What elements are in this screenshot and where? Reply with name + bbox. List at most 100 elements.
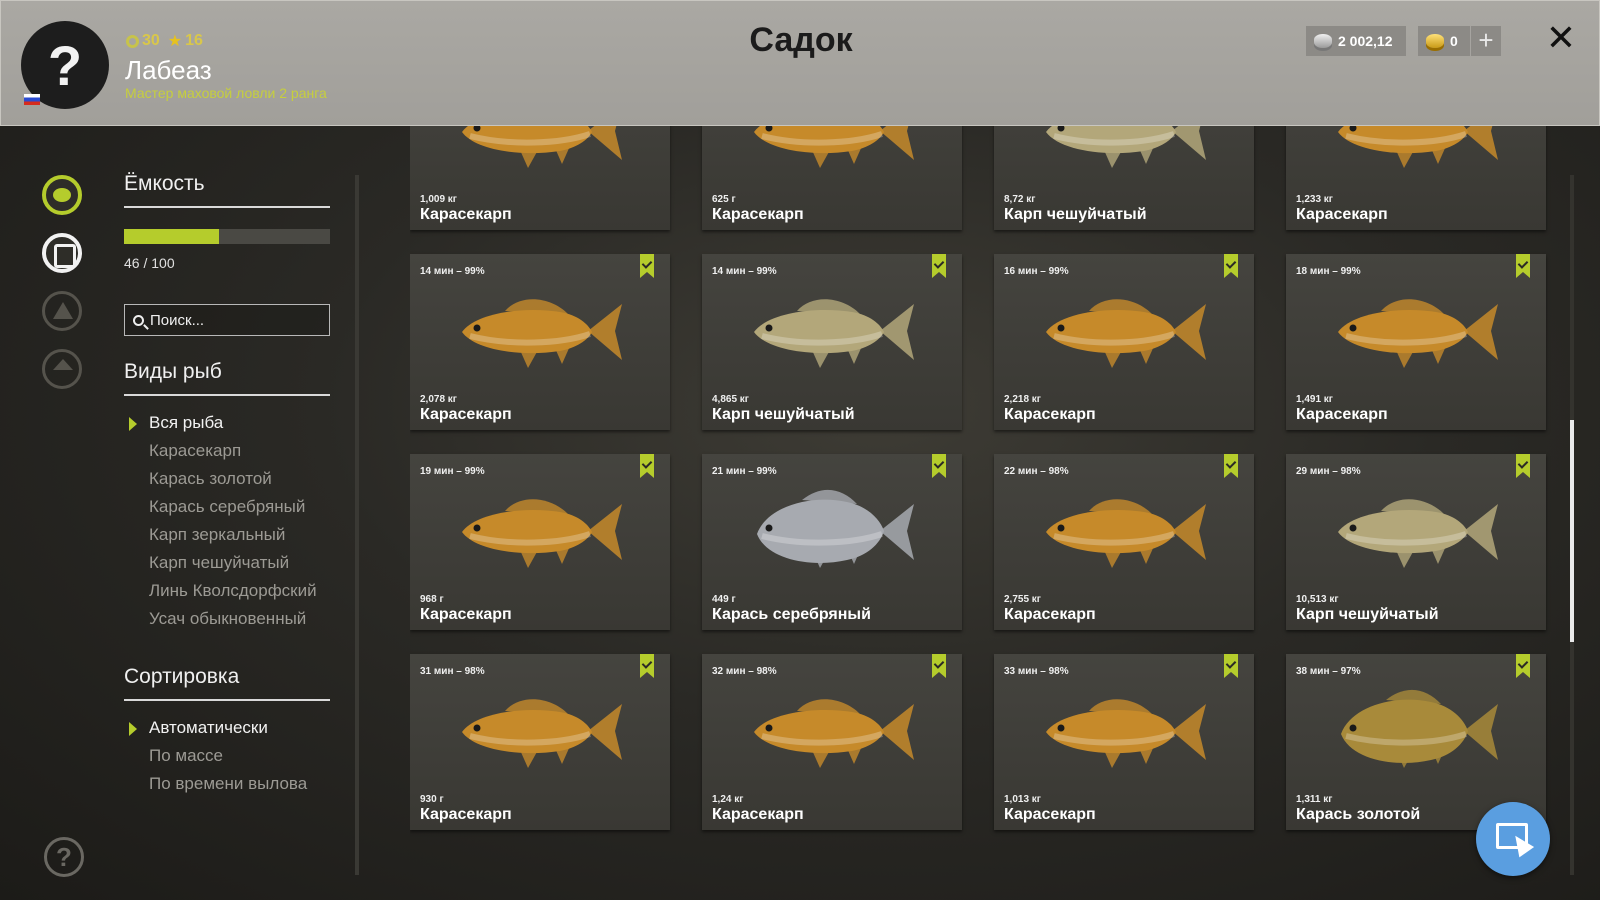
fish-card[interactable]: 32 мин – 98% 1,24 кг Карасекарп	[702, 654, 962, 830]
bookmark-icon[interactable]	[640, 254, 654, 278]
panel-divider	[355, 175, 359, 875]
fish-name: Карасекарп	[712, 806, 804, 823]
fish-name: Карасекарп	[420, 806, 512, 823]
fish-weight: 2,078 кг	[420, 394, 457, 405]
species-filter-item[interactable]: Карась золотой	[124, 469, 317, 497]
search-icon	[133, 314, 144, 326]
fish-image	[462, 499, 622, 568]
sort-option[interactable]: По массе	[124, 746, 307, 774]
species-filter-item[interactable]: Карп чешуйчатый	[124, 553, 317, 581]
fish-name: Карп чешуйчатый	[712, 406, 855, 423]
fish-image	[754, 126, 914, 168]
species-filter-item[interactable]: Вся рыба	[124, 413, 317, 441]
search-input[interactable]	[150, 311, 320, 329]
fish-card[interactable]: 21 мин – 99% 449 г Карась серебряный	[702, 454, 962, 630]
fish-weight: 1,491 кг	[1296, 394, 1333, 405]
bookmark-icon[interactable]	[932, 254, 946, 278]
bookmark-icon[interactable]	[1224, 454, 1238, 478]
fish-weight: 968 г	[420, 594, 444, 605]
sort-title: Сортировка	[124, 665, 330, 701]
fish-image	[754, 299, 914, 368]
fish-image	[462, 299, 622, 368]
fish-card[interactable]: 1,009 кг Карасекарп	[410, 126, 670, 230]
level-icon	[126, 34, 139, 48]
fish-weight: 625 г	[712, 194, 736, 205]
fish-image	[462, 126, 622, 168]
sort-option[interactable]: По времени вылова	[124, 774, 307, 802]
catch-time-quality: 18 мин – 99%	[1296, 266, 1361, 277]
star-icon: ★	[167, 33, 183, 50]
species-filter-item[interactable]: Карасекарп	[124, 441, 317, 469]
fish-name: Карасекарп	[1004, 606, 1096, 623]
catch-time-quality: 31 мин – 98%	[420, 666, 485, 677]
fish-weight: 10,513 кг	[1296, 594, 1339, 605]
capacity-text: 46 / 100	[124, 255, 175, 271]
bookmark-icon[interactable]	[1516, 654, 1530, 678]
catch-time-quality: 38 мин – 97%	[1296, 666, 1361, 677]
fish-weight: 2,755 кг	[1004, 594, 1041, 605]
species-filter-item[interactable]: Карп зеркальный	[124, 525, 317, 553]
gold-coins-icon	[1426, 34, 1444, 48]
stars-value: 16	[185, 32, 203, 49]
fish-weight: 1,013 кг	[1004, 794, 1041, 805]
fish-card[interactable]: 8,72 кг Карп чешуйчатый	[994, 126, 1254, 230]
fish-card[interactable]: 14 мин – 99% 4,865 кг Карп чешуйчатый	[702, 254, 962, 430]
fish-image	[462, 699, 622, 768]
fish-weight: 8,72 кг	[1004, 194, 1036, 205]
player-name: Лабеаз	[125, 55, 212, 85]
fish-card[interactable]: 625 г Карасекарп	[702, 126, 962, 230]
sort-option[interactable]: Автоматически	[124, 718, 307, 746]
level-value: 30	[142, 32, 160, 49]
fish-card[interactable]: 33 мин – 98% 1,013 кг Карасекарп	[994, 654, 1254, 830]
fish-card[interactable]: 1,233 кг Карасекарп	[1286, 126, 1546, 230]
fish-card[interactable]: 16 мин – 99% 2,218 кг Карасекарп	[994, 254, 1254, 430]
catch-time-quality: 14 мин – 99%	[712, 266, 777, 277]
fish-card[interactable]: 19 мин – 99% 968 г Карасекарп	[410, 454, 670, 630]
scrollbar-thumb[interactable]	[1570, 420, 1574, 642]
search-box[interactable]	[124, 304, 330, 336]
bookmark-icon[interactable]	[932, 654, 946, 678]
fish-card[interactable]: 31 мин – 98% 930 г Карасекарп	[410, 654, 670, 830]
bookmark-icon[interactable]	[1516, 454, 1530, 478]
fish-icon[interactable]	[42, 175, 82, 215]
catch-time-quality: 32 мин – 98%	[712, 666, 777, 677]
bookmark-icon[interactable]	[640, 454, 654, 478]
fish-image	[754, 699, 914, 768]
bookmark-icon[interactable]	[640, 654, 654, 678]
silver-value: 2 002,12	[1338, 33, 1393, 49]
fish-card[interactable]: 18 мин – 99% 1,491 кг Карасекарп	[1286, 254, 1546, 430]
fish-card[interactable]: 22 мин – 98% 2,755 кг Карасекарп	[994, 454, 1254, 630]
player-stats: 30 ★ 16	[126, 31, 203, 51]
fish-name: Карасекарп	[1296, 206, 1388, 223]
bookmark-icon[interactable]	[932, 454, 946, 478]
home-icon[interactable]	[42, 349, 82, 389]
fish-card[interactable]: 29 мин – 98% 10,513 кг Карп чешуйчатый	[1286, 454, 1546, 630]
bookmark-icon[interactable]	[1224, 654, 1238, 678]
fish-image	[1341, 689, 1498, 768]
fish-image	[757, 489, 914, 568]
fish-name: Карасекарп	[1004, 806, 1096, 823]
cursor-mode-button[interactable]	[1476, 802, 1550, 876]
bookmark-icon[interactable]	[1224, 254, 1238, 278]
fish-grid-viewport: 1,009 кг Карасекарп 625 г Карасекарп 8,72 кг…	[410, 126, 1558, 900]
fish-card[interactable]: 14 мин – 99% 2,078 кг Карасекарп	[410, 254, 670, 430]
keepnet-icon[interactable]	[42, 233, 82, 273]
bookmark-icon[interactable]	[1516, 254, 1530, 278]
fish-name: Карась золотой	[1296, 806, 1421, 823]
fish-image	[1046, 126, 1206, 168]
close-button[interactable]: ✕	[1544, 20, 1578, 56]
help-icon[interactable]: ?	[44, 837, 84, 877]
capacity-bar	[124, 229, 330, 244]
fish-weight: 1,311 кг	[1296, 794, 1333, 805]
fish-name: Карасекарп	[1004, 406, 1096, 423]
header-bar: ? 30 ★ 16 Лабеаз Мастер маховой ловли 2 …	[0, 0, 1600, 126]
species-filter-item[interactable]: Линь Кволсдорфский	[124, 581, 317, 609]
tent-icon[interactable]	[42, 291, 82, 331]
fish-weight: 2,218 кг	[1004, 394, 1041, 405]
species-filter-item[interactable]: Усач обыкновенный	[124, 609, 317, 637]
fish-grid: 1,009 кг Карасекарп 625 г Карасекарп 8,72 кг…	[410, 126, 1546, 830]
add-currency-button[interactable]: +	[1470, 26, 1501, 56]
species-list: Вся рыба Карасекарп Карась золотой Карась с…	[124, 413, 317, 637]
capacity-bar-fill	[124, 229, 219, 244]
species-filter-item[interactable]: Карась серебряный	[124, 497, 317, 525]
